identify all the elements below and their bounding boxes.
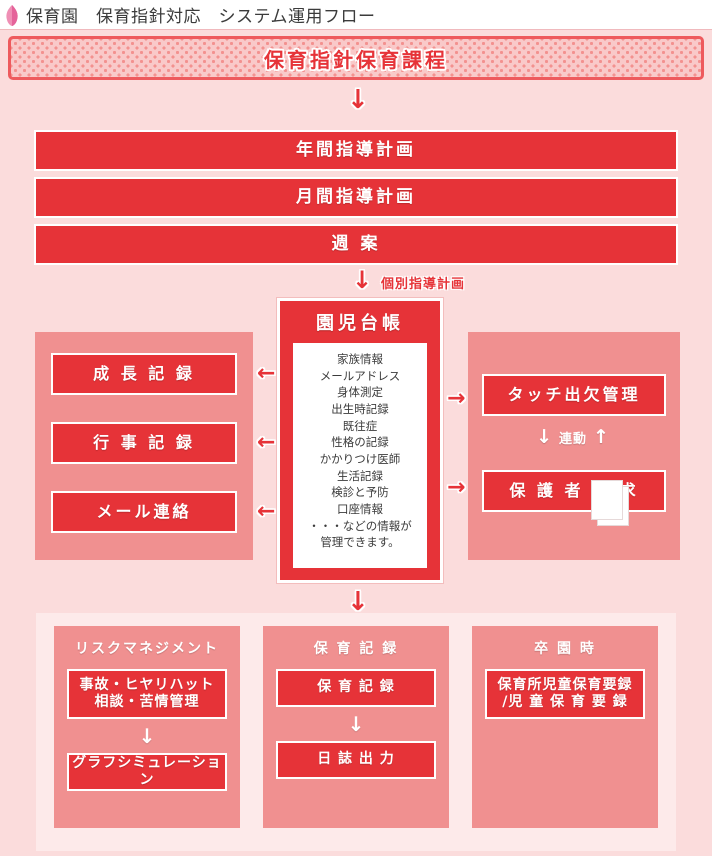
panel-care-record: 保 育 記 録 保 育 記 録 ↓ 日 誌 出 力 [263, 626, 449, 828]
module-childcare-record-book[interactable]: 保育所児童保育要録 /児 童 保 育 要 録 [485, 669, 645, 719]
individual-plan-label: 個別指導計画 [381, 277, 466, 292]
incident-line-2: 相談・苦情管理 [94, 694, 200, 710]
arrow-down-icon: ↓ [352, 266, 373, 294]
ledger-list-item: 出生時記録 [331, 402, 389, 417]
module-care-record[interactable]: 保 育 記 録 [276, 669, 436, 707]
arrow-down-icon: ↓ [347, 85, 369, 115]
module-growth-record[interactable]: 成 長 記 録 [51, 353, 237, 395]
ledger-list-item: メールアドレス [319, 368, 401, 383]
arrow-down-icon: ↓ [347, 587, 369, 617]
ledger-list-item: 口座情報 [337, 502, 383, 517]
module-graph-simulation[interactable]: グラフシミュレーション [67, 753, 227, 791]
record-book-line-1: 保育所児童保育要録 [497, 676, 633, 693]
arrow-down-icon: ↓ [347, 712, 365, 736]
plan-box-annual[interactable]: 年間指導計画 [34, 130, 678, 171]
incident-line-1: 事故・ヒヤリハット [79, 676, 215, 693]
ledger-list-item: ・・・などの情報が [308, 518, 412, 533]
banner-hoiku-shishin: 保育指針保育課程 [8, 36, 704, 80]
page-header: 保育園 保育指針対応 システム運用フロー [0, 0, 712, 30]
child-ledger-title: 園児台帳 [316, 313, 404, 334]
panel-risk-management: リスクマネジメント 事故・ヒヤリハット 相談・苦情管理 ↓ グラフシミュレーショ… [54, 626, 240, 828]
flow-diagram-canvas: 保育指針保育課程 ↓ 年間指導計画 月間指導計画 週 案 ↓ 個別指導計画 成 … [0, 30, 712, 856]
linkage-label: 連動 [558, 432, 587, 447]
module-event-record[interactable]: 行 事 記 録 [51, 422, 237, 464]
arrow-up-icon: ↑ [593, 426, 610, 448]
ledger-list-item: 家族情報 [337, 352, 383, 366]
ledger-list-item: 管理できます。 [320, 535, 400, 550]
arrow-left-icon: ← [257, 361, 276, 386]
child-ledger-box[interactable]: 園児台帳 家族情報メールアドレス 身体測定出生時記録 既往症性格の記録かかりつけ医師… [277, 298, 443, 583]
child-ledger-item-list: 家族情報メールアドレス 身体測定出生時記録 既往症性格の記録かかりつけ医師 生活記録検… [293, 343, 427, 568]
plan-box-monthly[interactable]: 月間指導計画 [34, 177, 678, 218]
left-modules-panel: 成 長 記 録 行 事 記 録 メール連絡 [35, 332, 253, 560]
module-mail-contact[interactable]: メール連絡 [51, 491, 237, 533]
petal-icon [4, 4, 20, 26]
arrow-right-icon: → [447, 475, 466, 500]
module-incident-complaint[interactable]: 事故・ヒヤリハット 相談・苦情管理 [67, 669, 227, 719]
arrow-right-icon: → [447, 386, 466, 411]
record-book-line-2: /児 童 保 育 要 録 [502, 694, 628, 710]
panel-title-graduation: 卒 園 時 [534, 641, 596, 657]
plan-box-weekly[interactable]: 週 案 [34, 224, 678, 265]
ledger-list-item: 性格の記録 [331, 435, 389, 450]
panel-title-risk: リスクマネジメント [75, 641, 219, 657]
arrow-down-icon: ↓ [138, 724, 156, 748]
banner-title: 保育指針保育課程 [264, 47, 448, 72]
page-title: 保育園 保育指針対応 システム運用フロー [26, 7, 376, 27]
ledger-list-item: 生活記録 [337, 468, 383, 483]
linkage-indicator: ↓ 連動 ↑ [508, 426, 638, 448]
panel-title-care-record: 保 育 記 録 [313, 641, 399, 657]
panel-graduation: 卒 園 時 保育所児童保育要録 /児 童 保 育 要 録 [472, 626, 658, 828]
module-touch-attendance[interactable]: タッチ出欠管理 [482, 374, 666, 416]
ledger-list-item: 検診と予防 [331, 485, 389, 500]
bottom-modules-container: リスクマネジメント 事故・ヒヤリハット 相談・苦情管理 ↓ グラフシミュレーショ… [36, 613, 676, 851]
module-diary-output[interactable]: 日 誌 出 力 [276, 741, 436, 779]
ledger-list-item: 身体測定 [337, 385, 383, 400]
arrow-left-icon: ← [257, 430, 276, 455]
arrow-left-icon: ← [257, 499, 276, 524]
billing-papers-icon [591, 480, 631, 528]
ledger-list-item: 既往症 [342, 418, 378, 433]
arrow-down-icon: ↓ [536, 426, 553, 448]
ledger-list-item: かかりつけ医師 [319, 452, 401, 467]
module-guardian-billing[interactable]: 保 護 者 請 求 [482, 470, 666, 512]
